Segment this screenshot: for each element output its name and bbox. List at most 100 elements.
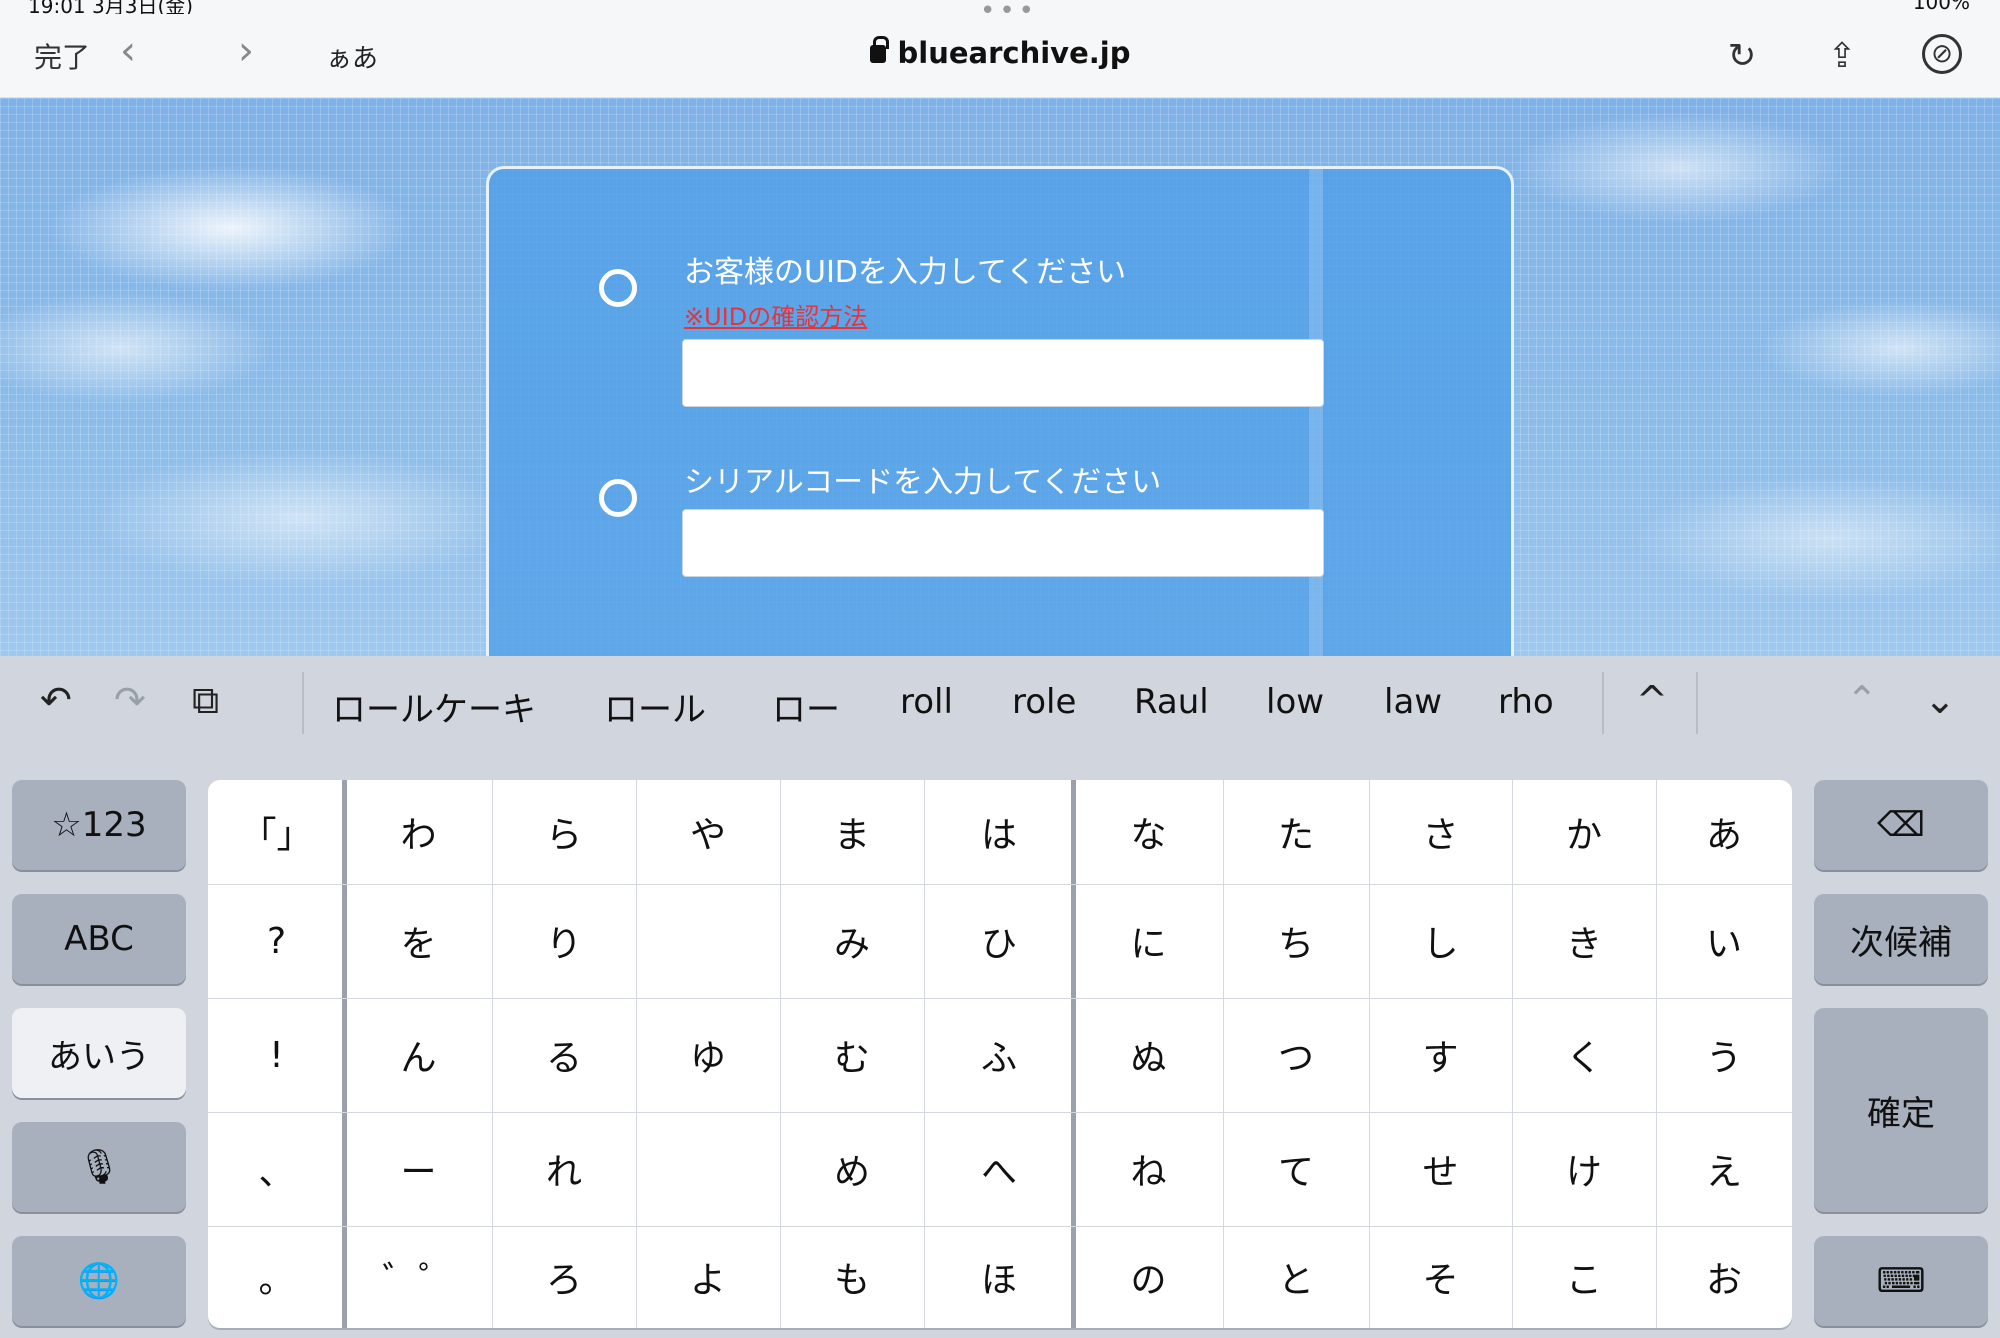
kana-key[interactable]: め [780,1112,924,1226]
kana-key[interactable]: え [1656,1112,1792,1226]
web-content: お客様のUIDを入力してください ※UIDの確認方法 シリアルコードを入力してく… [0,98,2000,656]
kana-key[interactable]: に [1074,884,1223,998]
kana-key[interactable]: ゛゜ [345,1226,492,1328]
kana-key[interactable]: れ [492,1112,636,1226]
candidate[interactable]: Raul [1134,682,1209,722]
kana-key[interactable]: そ [1369,1226,1512,1328]
uid-input[interactable] [682,339,1324,407]
candidate[interactable]: ロール [604,682,706,731]
chevron-up-icon[interactable]: ⌃ [1846,678,1878,722]
candidate[interactable]: ロー [772,682,840,731]
kana-key[interactable]: ら [492,780,636,884]
key-divider [1071,780,1076,1328]
undo-icon[interactable]: ↶ [40,678,72,722]
serial-radio[interactable] [599,479,637,517]
kana-key[interactable]: ぬ [1074,998,1223,1112]
kana-key[interactable]: ろ [492,1226,636,1328]
software-keyboard: ↶ ↷ ⧉ ロールケーキ ロール ロー roll role Raul low l… [0,656,2000,1338]
kana-key[interactable]: お [1656,1226,1792,1328]
kana-key[interactable]: と [1223,1226,1369,1328]
kana-key[interactable]: る [492,998,636,1112]
kana-key[interactable]: わ [345,780,492,884]
backspace-icon[interactable]: ⌫ [1814,780,1988,870]
kana-key[interactable]: な [1074,780,1223,884]
kana-key[interactable]: せ [1369,1112,1512,1226]
key-divider [492,780,493,1328]
candidate[interactable]: role [1012,682,1076,722]
url-text: bluearchive.jp [897,36,1131,70]
kana-key[interactable]: う [1656,998,1792,1112]
address-bar[interactable]: bluearchive.jp [0,36,2000,70]
kana-key[interactable]: 、 [208,1112,345,1226]
kana-key[interactable]: け [1512,1112,1656,1226]
kana-key[interactable]: も [780,1226,924,1328]
kana-key[interactable]: ん [345,998,492,1112]
candidate[interactable]: ロールケーキ [332,682,536,731]
kana-key[interactable]: ひ [924,884,1074,998]
kana-key[interactable]: ? [208,884,345,998]
kana-key[interactable]: の [1074,1226,1223,1328]
kana-key[interactable]: ! [208,998,345,1112]
key-divider [342,780,347,1328]
next-candidate-key[interactable]: 次候補 [1814,894,1988,984]
uid-help-link[interactable]: ※UIDの確認方法 [684,297,867,332]
kana-key[interactable]: 。 [208,1226,345,1328]
candidate-bar: ↶ ↷ ⧉ ロールケーキ ロール ロー roll role Raul low l… [0,656,2000,754]
kana-key[interactable]: り [492,884,636,998]
kana-key[interactable]: つ [1223,998,1369,1112]
compass-icon[interactable]: ⊘ [1922,34,1962,74]
confirm-key[interactable]: 確定 [1814,1008,1988,1212]
kana-key[interactable]: あいう [12,1008,186,1098]
key-divider [208,1226,1792,1227]
abc-key[interactable]: ABC [12,894,186,984]
kana-key[interactable]: さ [1369,780,1512,884]
candidate[interactable]: low [1266,682,1324,722]
serial-input[interactable] [682,509,1324,577]
kana-key[interactable]: む [780,998,924,1112]
kana-key[interactable]: ま [780,780,924,884]
key-divider [208,1112,1792,1113]
kana-key[interactable]: は [924,780,1074,884]
kana-key[interactable]: か [1512,780,1656,884]
kana-key[interactable]: し [1369,884,1512,998]
kana-key[interactable]: ゆ [636,998,780,1112]
kana-key[interactable]: い [1656,884,1792,998]
kana-key[interactable]: す [1369,998,1512,1112]
kana-key[interactable]: た [1223,780,1369,884]
kana-key[interactable]: を [345,884,492,998]
kana-key[interactable]: や [636,780,780,884]
lock-icon [869,36,889,63]
kana-key[interactable]: て [1223,1112,1369,1226]
key-divider [1512,780,1513,1328]
candidate[interactable]: rho [1498,682,1554,722]
kana-key[interactable]: ね [1074,1112,1223,1226]
globe-icon[interactable]: 🌐 [12,1236,186,1326]
kana-key[interactable]: 「」 [208,780,345,884]
paste-icon[interactable]: ⧉ [192,678,219,723]
kana-key[interactable]: こ [1512,1226,1656,1328]
uid-radio[interactable] [599,269,637,307]
numbers-key[interactable]: ☆123 [12,780,186,870]
chevron-down-icon[interactable]: ⌄ [1924,678,1956,722]
reload-icon[interactable]: ↻ [1720,34,1764,78]
kana-key[interactable] [636,884,780,998]
hide-keyboard-icon[interactable]: ⌨ [1814,1236,1988,1326]
candidate[interactable]: law [1384,682,1442,722]
kana-key[interactable]: ち [1223,884,1369,998]
kana-key[interactable] [636,1112,780,1226]
redo-icon[interactable]: ↷ [114,678,146,722]
kana-key[interactable]: ー [345,1112,492,1226]
share-icon[interactable]: ⇪ [1820,34,1864,78]
kana-key[interactable]: み [780,884,924,998]
kana-key[interactable]: く [1512,998,1656,1112]
kana-key[interactable]: ふ [924,998,1074,1112]
expand-candidates-icon[interactable]: ^ [1636,678,1668,722]
kana-key[interactable]: へ [924,1112,1074,1226]
kana-key[interactable]: あ [1656,780,1792,884]
kana-key[interactable]: ほ [924,1226,1074,1328]
microphone-icon[interactable]: 🎙 [12,1122,186,1212]
candidate[interactable]: roll [900,682,953,722]
serial-form-panel: お客様のUIDを入力してください ※UIDの確認方法 シリアルコードを入力してく… [486,166,1514,656]
kana-key[interactable]: き [1512,884,1656,998]
kana-key[interactable]: よ [636,1226,780,1328]
